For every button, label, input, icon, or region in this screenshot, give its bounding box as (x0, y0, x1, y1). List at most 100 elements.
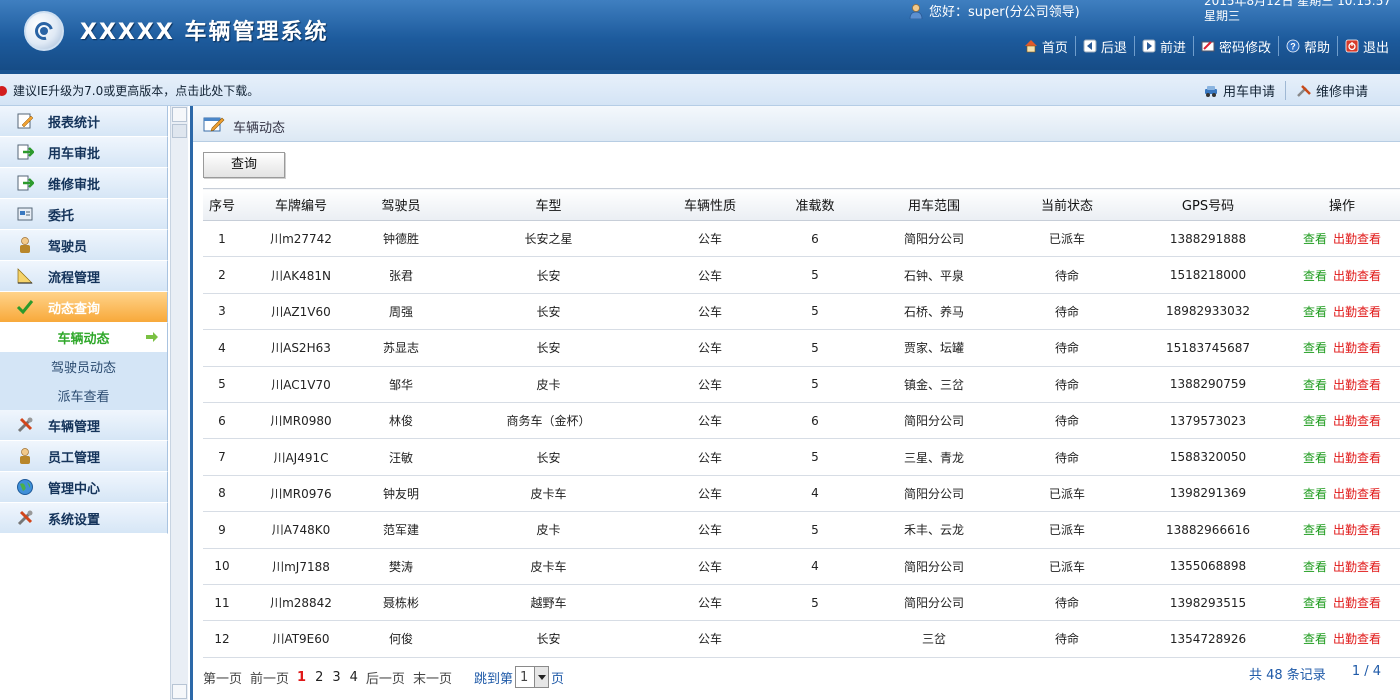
sidebar-item-4[interactable]: 驾驶员 (0, 230, 168, 261)
first-page-link[interactable]: 第一页 (203, 668, 242, 687)
cell-status: 待命 (1002, 256, 1132, 294)
view-link[interactable]: 查看 (1303, 378, 1327, 392)
nav-forward[interactable]: 前进 (1133, 36, 1193, 56)
breadcrumb-text: 车辆动态 (233, 121, 286, 136)
cell-driver: 钟德胜 (361, 220, 441, 258)
sidebar-subitem-label: 车辆动态 (57, 332, 110, 347)
sidebar-item-7[interactable]: 车辆管理 (0, 410, 168, 441)
sidebar-subitem-0[interactable]: 车辆动态 (0, 323, 168, 352)
tools-icon (16, 416, 34, 434)
nav-logout[interactable]: 退出 (1336, 36, 1396, 56)
cell-scope: 简阳分公司 (866, 548, 1002, 585)
attendance-link[interactable]: 出勤查看 (1333, 232, 1381, 246)
view-link[interactable]: 查看 (1303, 414, 1327, 428)
nav-label: 首页 (1041, 40, 1068, 56)
quick-link-repair-apply[interactable]: 维修申请 (1284, 81, 1378, 100)
cell-no: 11 (203, 584, 241, 622)
nav-password[interactable]: 密码修改 (1192, 36, 1278, 56)
sidebar-item-6[interactable]: 动态查询 (0, 292, 168, 323)
view-link[interactable]: 查看 (1303, 596, 1327, 610)
cell-nature: 公车 (656, 293, 764, 331)
cell-model: 长安 (441, 438, 656, 476)
attendance-link[interactable]: 出勤查看 (1333, 269, 1381, 283)
quick-link-car-apply[interactable]: 用车申请 (1193, 81, 1285, 100)
notice-text[interactable]: 建议IE升级为7.0或更高版本，点击此处下载。 (13, 82, 259, 99)
attendance-link[interactable]: 出勤查看 (1333, 632, 1381, 646)
scroll-up-button[interactable] (172, 107, 187, 122)
cell-model: 皮卡 (441, 366, 656, 403)
attendance-link[interactable]: 出勤查看 (1333, 560, 1381, 574)
sidebar-item-10[interactable]: 系统设置 (0, 503, 168, 534)
cell-model: 长安 (441, 620, 656, 658)
cell-status: 待命 (1002, 402, 1132, 440)
attendance-link[interactable]: 出勤查看 (1333, 341, 1381, 355)
page-number-link[interactable]: 2 (315, 670, 323, 685)
sidebar-item-label: 员工管理 (48, 450, 101, 466)
view-link[interactable]: 查看 (1303, 632, 1327, 646)
sidebar-item-2[interactable]: 维修审批 (0, 168, 168, 199)
sidebar-item-0[interactable]: 报表统计 (0, 106, 168, 137)
sidebar-item-8[interactable]: 员工管理 (0, 441, 168, 472)
next-page-link[interactable]: 后一页 (366, 668, 405, 687)
chevron-down-icon[interactable] (533, 667, 548, 687)
quick-link-label: 维修申请 (1315, 85, 1368, 100)
attendance-link[interactable]: 出勤查看 (1333, 305, 1381, 319)
last-page-link[interactable]: 末一页 (413, 668, 452, 687)
page-number-link[interactable]: 1 (297, 670, 306, 685)
column-header: 当前状态 (1002, 188, 1132, 221)
table-row: 11 川m28842 聂栋彬 越野车 公车 5 简阳分公司 待命 1398293515 查看 出勤查… (203, 584, 1400, 622)
sidebar-subitem-1[interactable]: 驾驶员动态 (0, 352, 168, 381)
cell-model: 皮卡 (441, 511, 656, 549)
attendance-link[interactable]: 出勤查看 (1333, 523, 1381, 537)
app-title: XXXXX 车辆管理系统 (80, 20, 329, 45)
sidebar-item-label: 委托 (48, 208, 75, 224)
cell-actions: 查看 出勤查看 (1284, 548, 1400, 585)
page-info: 1 / 4 (1351, 664, 1381, 679)
cell-actions: 查看 出勤查看 (1284, 511, 1400, 549)
page-number-link[interactable]: 4 (350, 670, 358, 685)
view-link[interactable]: 查看 (1303, 341, 1327, 355)
sidebar-item-1[interactable]: 用车审批 (0, 137, 168, 168)
cell-scope: 简阳分公司 (866, 475, 1002, 513)
nav-label: 帮助 (1303, 40, 1330, 56)
attendance-link[interactable]: 出勤查看 (1333, 487, 1381, 501)
cell-no: 3 (203, 293, 241, 331)
cell-driver: 周强 (361, 293, 441, 331)
view-link[interactable]: 查看 (1303, 487, 1327, 501)
nav-home[interactable]: 首页 (1017, 36, 1075, 56)
table-row: 5 川AC1V70 邹华 皮卡 公车 5 镇金、三岔 待命 1388290759 查看 出勤查看 (203, 366, 1400, 403)
jump-label: 跳到第 (473, 671, 513, 687)
attendance-link[interactable]: 出勤查看 (1333, 378, 1381, 392)
page-jump-select[interactable]: 1 (514, 666, 549, 688)
view-link[interactable]: 查看 (1303, 305, 1327, 319)
view-link[interactable]: 查看 (1303, 451, 1327, 465)
table-row: 2 川AK481N 张君 长安 公车 5 石钟、平泉 待命 1518218000 查看 出勤查看 (203, 256, 1400, 294)
nav-back[interactable]: 后退 (1074, 36, 1134, 56)
sidebar-subitem-label: 驾驶员动态 (50, 361, 116, 376)
view-link[interactable]: 查看 (1303, 269, 1327, 283)
pager-controls: 第一页 前一页 1234 后一页 末一页 跳到第 1 页 (203, 666, 564, 688)
sidebar-subitem-2[interactable]: 派车查看 (0, 381, 168, 410)
sidebar-item-3[interactable]: 委托 (0, 199, 168, 230)
cell-driver: 何俊 (361, 620, 441, 658)
sidebar-item-9[interactable]: 管理中心 (0, 472, 168, 503)
view-link[interactable]: 查看 (1303, 232, 1327, 246)
sidebar-item-5[interactable]: 流程管理 (0, 261, 168, 292)
attendance-link[interactable]: 出勤查看 (1333, 596, 1381, 610)
cell-driver: 范军建 (361, 511, 441, 549)
view-link[interactable]: 查看 (1303, 523, 1327, 537)
cell-model: 长安 (441, 293, 656, 331)
column-header: 车型 (441, 188, 656, 221)
scroll-thumb[interactable] (172, 124, 187, 138)
query-button[interactable]: 查询 (203, 152, 285, 178)
sidebar-scrollbar[interactable] (170, 106, 188, 700)
prev-page-link[interactable]: 前一页 (250, 668, 289, 687)
nav-help[interactable]: ? 帮助 (1277, 36, 1337, 56)
view-link[interactable]: 查看 (1303, 560, 1327, 574)
attendance-link[interactable]: 出勤查看 (1333, 451, 1381, 465)
attendance-link[interactable]: 出勤查看 (1333, 414, 1381, 428)
scroll-down-button[interactable] (172, 684, 187, 699)
table-row: 6 川MR0980 林俊 商务车（金杯） 公车 6 简阳分公司 待命 1379573023 查看出… (203, 402, 1400, 440)
ie-upgrade-notice[interactable]: 建议IE升级为7.0或更高版本，点击此处下载。 (0, 82, 259, 99)
page-number-link[interactable]: 3 (332, 670, 340, 685)
